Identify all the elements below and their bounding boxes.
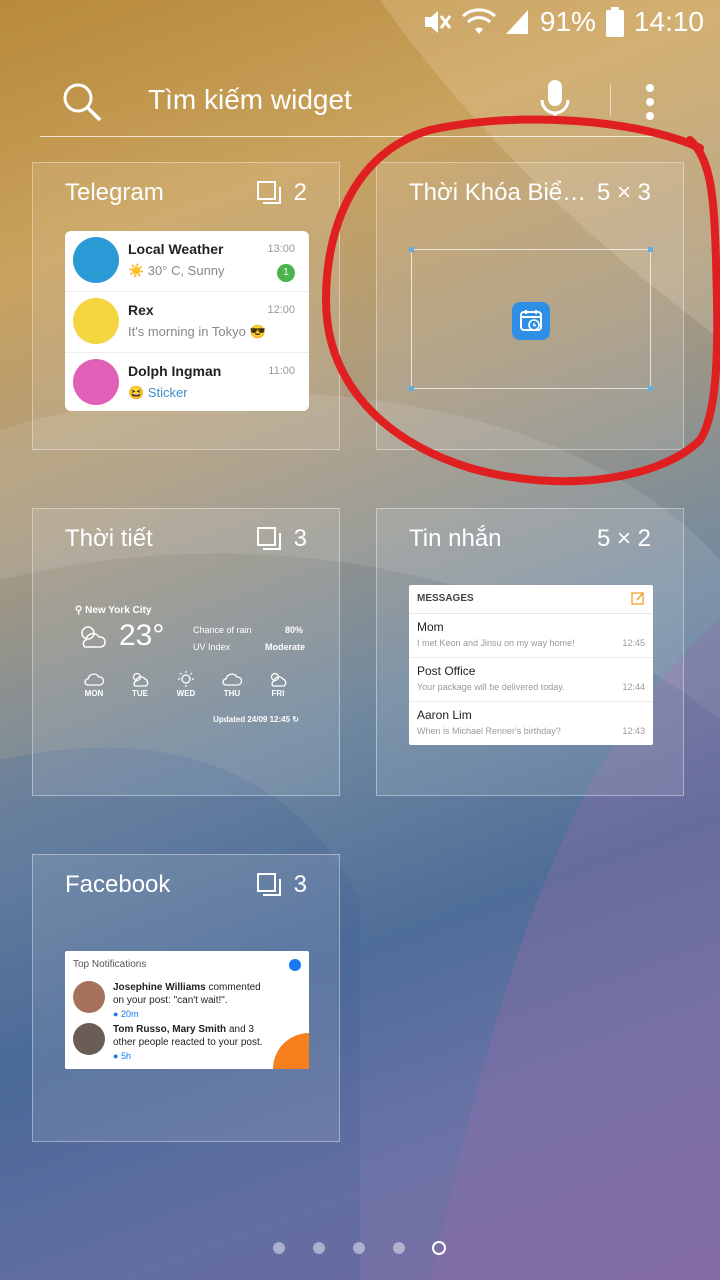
- mute-icon: [424, 11, 452, 33]
- weather-preview: ⚲ New York City 23° Chance of rain 80% U…: [75, 605, 306, 724]
- tile-size: 5 × 2: [596, 525, 651, 552]
- widget-tile-telegram[interactable]: Telegram 2 Local Weather ☀️ 30° C, Sunny…: [32, 162, 340, 450]
- avatar: [73, 237, 119, 283]
- search-input[interactable]: Tìm kiếm widget: [148, 84, 352, 116]
- avatar: [73, 1023, 105, 1055]
- partly-cloudy-icon: [81, 626, 106, 648]
- page-dot[interactable]: [393, 1242, 405, 1254]
- tile-count: 3: [256, 525, 307, 553]
- avatar: [73, 359, 119, 405]
- list-item: Dolph Ingman 😆 Sticker 11:00: [65, 353, 309, 411]
- telegram-preview: Local Weather ☀️ 30° C, Sunny 13:00 1 Re…: [65, 231, 309, 411]
- tile-title: Telegram: [65, 179, 164, 206]
- widget-tile-facebook[interactable]: Facebook 3 Top Notifications Josephine W…: [32, 854, 340, 1142]
- search-icon: [63, 83, 102, 122]
- calendar-clock-icon: [512, 302, 550, 340]
- stack-icon: [256, 873, 281, 896]
- wifi-icon: [461, 8, 496, 34]
- tile-title: Thời Khóa Biểu ...: [409, 179, 599, 206]
- tile-title: Thời tiết: [65, 525, 153, 552]
- unread-badge: 1: [277, 264, 295, 282]
- avatar: [73, 298, 119, 344]
- widget-preview-frame: [409, 247, 653, 391]
- sun-icon: [178, 671, 194, 687]
- list-item: Post Office Your package will be deliver…: [409, 658, 653, 702]
- page-dot-active[interactable]: [432, 1241, 446, 1255]
- more-options-icon[interactable]: [642, 82, 658, 122]
- location-label: ⚲ New York City: [75, 605, 152, 616]
- avatar: [73, 981, 105, 1013]
- page-dot[interactable]: [313, 1242, 325, 1254]
- signal-icon: [505, 10, 528, 34]
- list-item: Local Weather ☀️ 30° C, Sunny 13:00 1: [65, 231, 309, 292]
- list-item: Tom Russo, Mary Smith and 3 other people…: [73, 1023, 303, 1069]
- page-indicator: [0, 1240, 720, 1256]
- cloud-icon: [222, 673, 243, 686]
- facebook-preview: Top Notifications Josephine Williams com…: [65, 951, 309, 1069]
- partly-cloudy-icon: [132, 672, 149, 687]
- page-dot[interactable]: [353, 1242, 365, 1254]
- list-item: Aaron Lim When is Michael Renner's birth…: [409, 702, 653, 745]
- facebook-icon: [289, 959, 301, 971]
- list-item: Rex It's morning in Tokyo 😎 12:00: [65, 292, 309, 353]
- widget-search-bar[interactable]: Tìm kiếm widget: [40, 72, 680, 137]
- widget-tile-messages[interactable]: Tin nhắn 5 × 2 MESSAGES Mom I met Keon a…: [376, 508, 684, 796]
- battery-icon: [605, 7, 624, 37]
- widget-tile-weather[interactable]: Thời tiết 3 ⚲ New York City 23° Chance o…: [32, 508, 340, 796]
- search-divider: [610, 84, 611, 116]
- status-bar: 91% 14:10: [0, 0, 720, 48]
- page-dot[interactable]: [273, 1242, 285, 1254]
- compose-icon: [631, 592, 644, 605]
- widget-tile-schedule[interactable]: Thời Khóa Biểu ... 5 × 3: [376, 162, 684, 450]
- tile-title: Facebook: [65, 871, 171, 898]
- stack-icon: [256, 181, 281, 204]
- cloud-icon: [84, 673, 105, 686]
- tile-count: 3: [256, 871, 307, 899]
- clock: 14:10: [633, 6, 704, 37]
- partly-cloudy-icon: [270, 672, 287, 687]
- battery-percent: 91%: [539, 6, 596, 37]
- tile-title: Tin nhắn: [409, 525, 502, 552]
- list-item: Mom I met Keon and Jinsu on my way home!…: [409, 614, 653, 658]
- tile-size: 5 × 3: [596, 179, 651, 206]
- stack-icon: [256, 527, 281, 550]
- mic-icon[interactable]: [538, 78, 572, 126]
- tile-count: 2: [256, 179, 307, 207]
- messages-preview: MESSAGES Mom I met Keon and Jinsu on my …: [409, 585, 653, 745]
- updated-label: Updated 24/09 12:45 ↻: [213, 715, 299, 724]
